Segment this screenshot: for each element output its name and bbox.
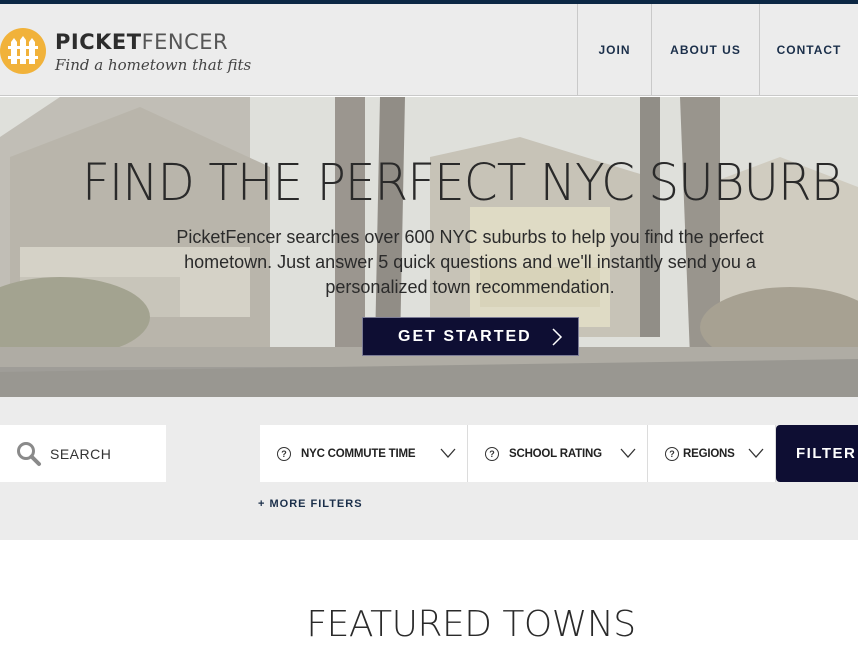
filter-bar: ? NYC COMMUTE TIME ? SCHOOL RATING ? REG… <box>0 397 858 540</box>
featured-towns-title: FEATURED TOWNS <box>306 604 636 645</box>
picket-fence-logo-icon <box>0 28 46 74</box>
nav-join-link[interactable]: JOIN <box>577 4 651 96</box>
commute-time-dropdown[interactable]: ? NYC COMMUTE TIME <box>260 425 468 482</box>
site-header: PICKETFENCER Find a hometown that fits J… <box>0 4 858 96</box>
chevron-right-icon <box>552 328 563 346</box>
regions-label: REGIONS <box>683 447 735 460</box>
school-rating-label: SCHOOL RATING <box>509 447 602 460</box>
featured-towns-section: FEATURED TOWNS <box>0 540 858 651</box>
main-nav: JOIN ABOUT US CONTACT <box>577 4 858 96</box>
chevron-down-icon <box>620 448 636 458</box>
commute-time-label: NYC COMMUTE TIME <box>301 447 416 460</box>
nav-contact-link[interactable]: CONTACT <box>759 4 858 96</box>
more-filters-link[interactable]: + MORE FILTERS <box>258 498 363 510</box>
hero-section: FIND THE PERFECT NYC SUBURB PicketFencer… <box>0 97 858 397</box>
help-circle-icon: ? <box>665 446 679 461</box>
site-logo[interactable]: PICKETFENCER Find a hometown that fits <box>0 26 252 76</box>
help-circle-icon: ? <box>277 446 291 461</box>
get-started-label: GET STARTED <box>398 327 532 345</box>
brand-name: PICKETFENCER <box>55 30 229 54</box>
hero-description: PicketFencer searches over 600 NYC subur… <box>176 227 764 297</box>
search-box <box>0 425 166 482</box>
chevron-down-icon <box>440 448 456 458</box>
school-rating-dropdown[interactable]: ? SCHOOL RATING <box>468 425 648 482</box>
nav-about-link[interactable]: ABOUT US <box>651 4 759 96</box>
get-started-button[interactable]: GET STARTED <box>362 317 579 356</box>
chevron-down-icon <box>748 448 764 458</box>
regions-dropdown[interactable]: ? REGIONS <box>648 425 776 482</box>
search-input[interactable] <box>50 445 160 462</box>
brand-tagline: Find a hometown that fits <box>55 56 252 74</box>
help-circle-icon: ? <box>485 446 499 461</box>
search-icon <box>17 441 41 466</box>
hero-title: FIND THE PERFECT NYC SUBURB <box>82 154 842 213</box>
filter-button[interactable]: FILTER <box>776 425 858 482</box>
